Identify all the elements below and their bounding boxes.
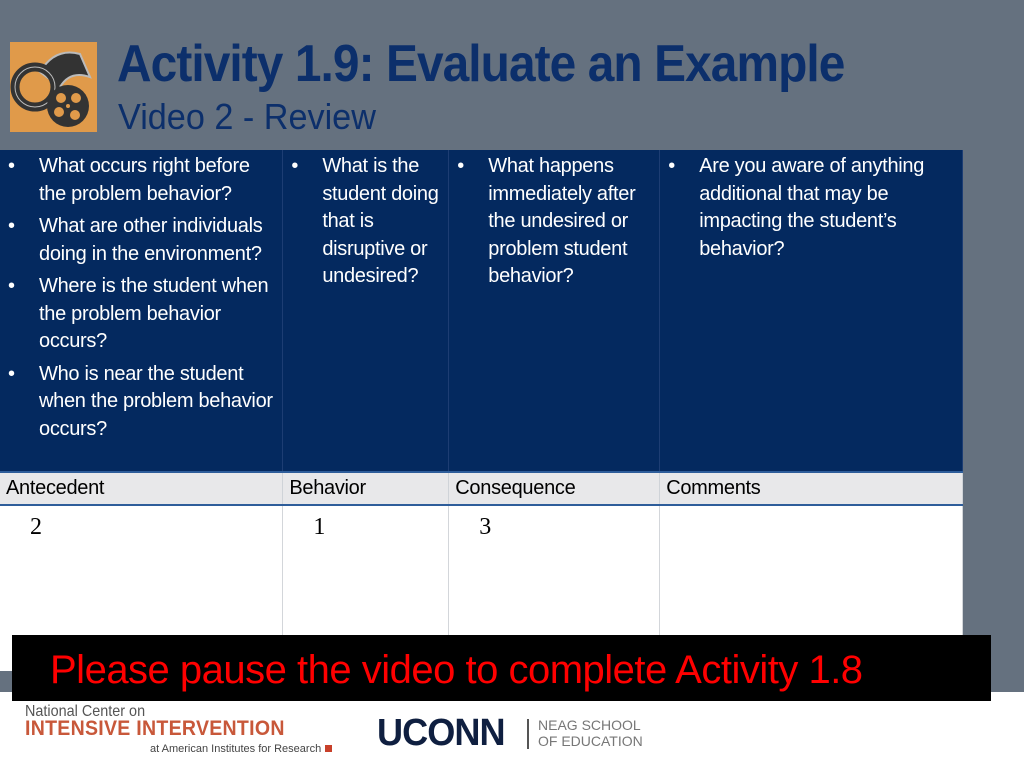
header-consequence: Consequence — [448, 471, 661, 506]
logo-divider — [527, 719, 529, 749]
header-behavior: Behavior — [282, 471, 450, 506]
behavior-questions: What is the student doing that is disrup… — [282, 150, 450, 472]
question-item: Are you aware of anything additional tha… — [664, 153, 956, 263]
header-antecedent: Antecedent — [0, 471, 284, 506]
ncii-air-text: at American Institutes for Research — [150, 743, 322, 755]
consequence-questions: What happens immediately after the undes… — [448, 150, 661, 472]
neag-logo: NEAG SCHOOL OF EDUCATION — [538, 717, 643, 749]
header-row: Antecedent Behavior Consequence Comments — [0, 471, 963, 506]
page-title: Activity 1.9: Evaluate an Example — [117, 35, 845, 93]
air-square-icon — [325, 745, 333, 752]
header-comments: Comments — [659, 471, 963, 506]
question-item: What happens immediately after the undes… — [453, 153, 653, 291]
uconn-logo: UCONN — [377, 712, 506, 754]
ncii-logo-line3: at American Institutes for Research — [150, 743, 333, 755]
question-item: Where is the student when the problem be… — [4, 273, 276, 356]
neag-line1: NEAG SCHOOL — [538, 717, 641, 733]
ncii-logo-line2: INTENSIVE INTERVENTION — [25, 717, 285, 740]
pause-banner: Please pause the video to complete Activ… — [12, 635, 991, 701]
question-item: Who is near the student when the problem… — [4, 361, 276, 444]
question-item: What are other individuals doing in the … — [4, 213, 276, 268]
question-item: What is the student doing that is disrup… — [287, 153, 442, 291]
comments-questions: Are you aware of anything additional tha… — [659, 150, 963, 472]
question-item: What occurs right before the problem beh… — [4, 153, 276, 208]
film-reel-icon — [10, 42, 97, 132]
neag-line2: OF EDUCATION — [538, 733, 643, 749]
page-subtitle: Video 2 - Review — [118, 96, 376, 137]
abc-table: What occurs right before the problem beh… — [0, 150, 963, 671]
antecedent-questions: What occurs right before the problem beh… — [0, 150, 284, 472]
questions-row: What occurs right before the problem beh… — [0, 150, 963, 472]
